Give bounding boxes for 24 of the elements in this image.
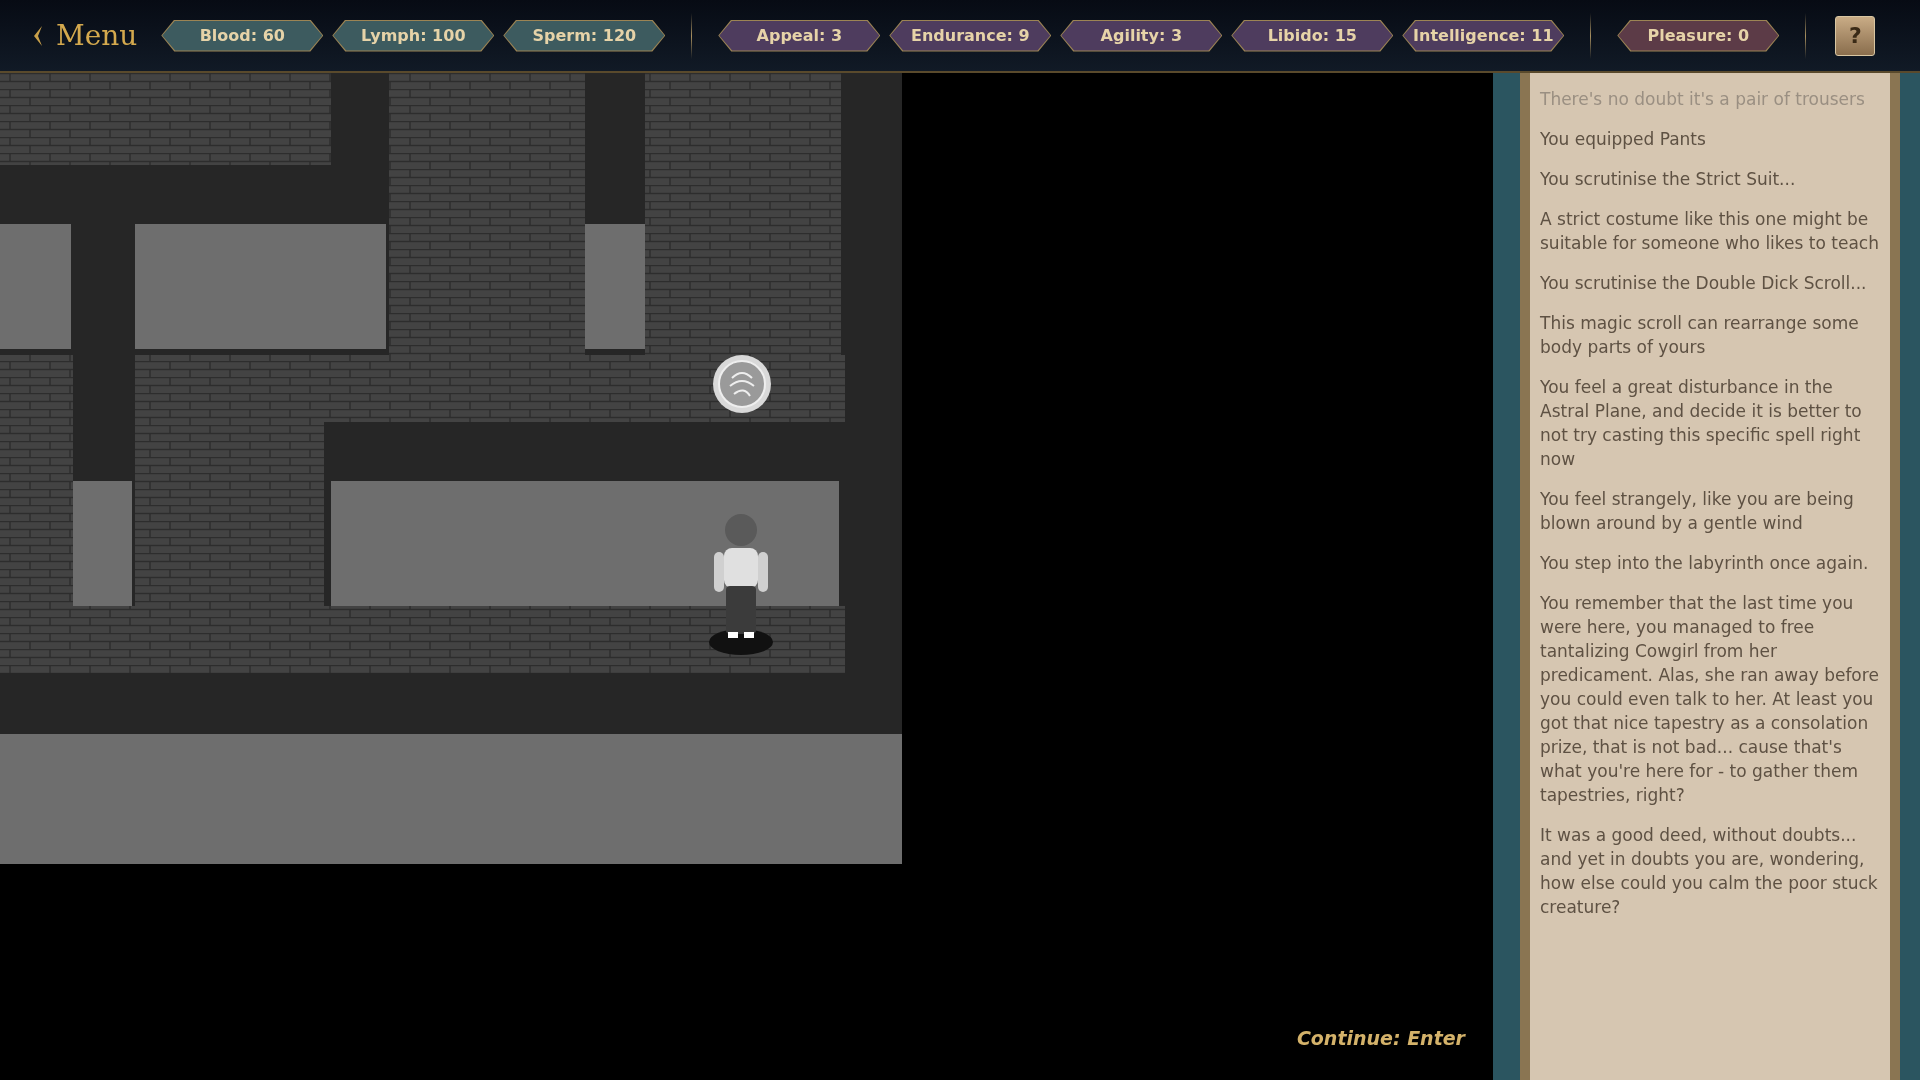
stat-badge[interactable]: Lymph: 100 [332,19,495,52]
log-message: There's no doubt it's a pair of trousers [1540,88,1866,111]
log-message: You feel strangely, like you are being blown around by a gentle wind [1540,488,1855,535]
log-message: You scrutinise the Strict Suit... [1540,168,1797,191]
stat-badge[interactable]: Blood: 60 [161,19,324,52]
stat-badge[interactable]: Libido: 15 [1231,19,1394,52]
stat-badge[interactable]: Endurance: 9 [889,19,1052,52]
stat-badge[interactable]: Sperm: 120 [503,19,666,52]
log-message: A strict costume like this one might be suitable for someone who likes to teach [1540,208,1880,255]
log-message: It was a good deed, without doubts... and yet in doubts you are, wondering, how else could you calm the poor stuck creature? [1540,824,1879,919]
log-message: You scrutinise the Double Dick Scroll... [1540,272,1868,295]
log-message: You feel a great disturbance in the Astral Plane, and decide it is better to not try casting this specific spell right now [1540,376,1863,471]
stat-badge[interactable]: Pleasure: 0 [1617,19,1780,52]
help-button[interactable]: ? [1835,15,1876,56]
stat-badge[interactable]: Agility: 3 [1060,19,1223,52]
menu-button[interactable]: Menu [28,14,142,57]
log-message: This magic scroll can rearrange some body parts of yours [1540,312,1860,359]
stat-badge[interactable]: Appeal: 3 [718,19,881,52]
continue-hint: Continue: Enter [1296,1025,1465,1051]
stat-badge[interactable]: Intelligence: 11 [1402,19,1565,52]
log-message: You remember that the last time you were here, you managed to free tantalizing Cowgirl from her predicament. Alas, she ran away before you could even talk to her. At least you got that nice tapestry as a consolation prize, that is not bad... cause that's what you're here for - to gather them tapestries, right? [1540,592,1880,807]
log-message: You step into the labyrinth once again. [1540,552,1870,575]
log-message: You equipped Pants [1540,128,1707,151]
coin-icon [712,354,772,414]
